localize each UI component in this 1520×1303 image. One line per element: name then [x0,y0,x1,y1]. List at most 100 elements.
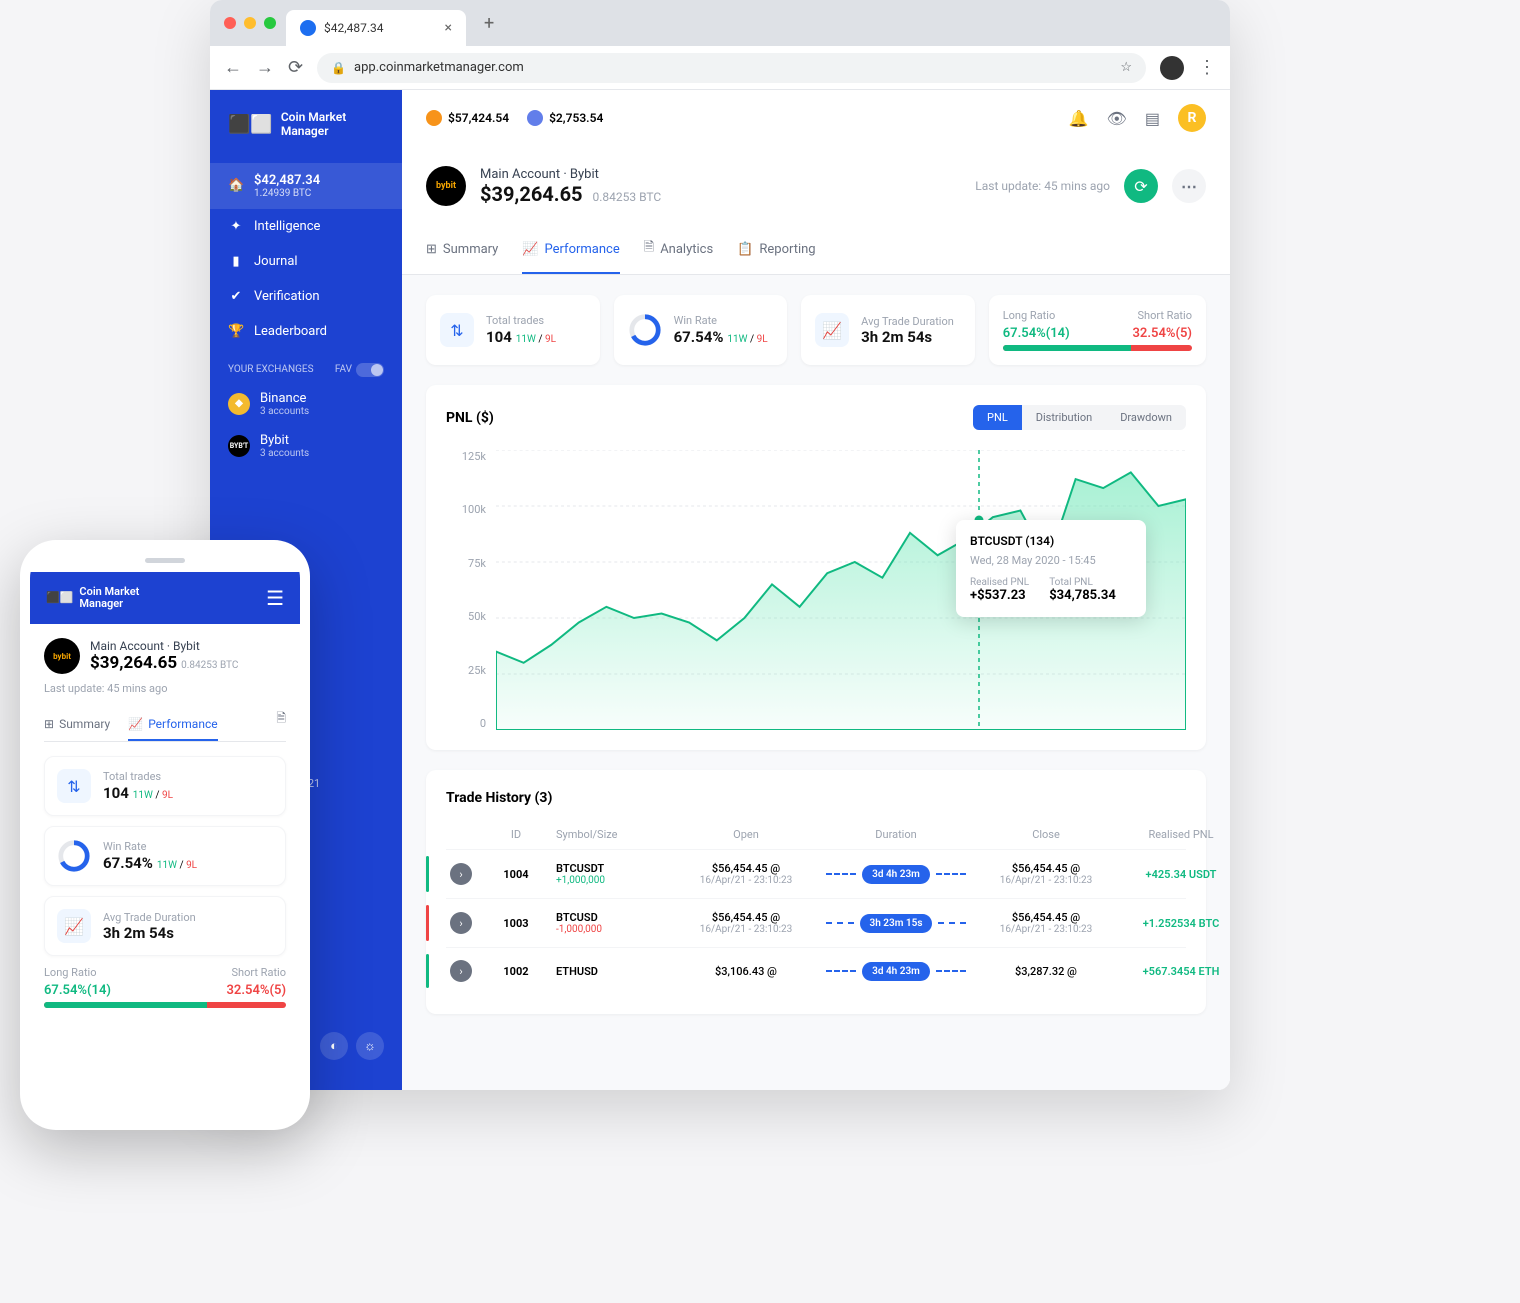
home-icon: 🏠 [228,178,244,193]
fav-toggle[interactable] [356,363,384,377]
profile-avatar-icon[interactable] [1160,56,1184,80]
minimize-window-icon[interactable] [244,17,256,29]
mobile-last-update: Last update: 45 mins ago [44,682,286,695]
row-id: 1004 [486,868,546,881]
exchanges-header: YOUR EXCHANGES FAV [210,349,402,383]
hamburger-icon[interactable]: ☰ [266,586,284,610]
mobile-tabs: ⊞Summary 📈Performance 🗎 [44,709,286,742]
back-icon[interactable]: ← [224,57,242,78]
chart-tab-distribution[interactable]: Distribution [1022,405,1106,430]
tab-analytics[interactable]: 🗎 Analytics [644,226,713,274]
chart-tabs: PNL Distribution Drawdown [973,405,1186,430]
stat-value: 3h 2m 54s [861,328,954,346]
exchanges-label: YOUR EXCHANGES [228,364,314,375]
nav-label: Journal [254,254,298,269]
tab-summary[interactable]: ⊞ Summary [426,226,498,274]
exchange-name: Binance [260,391,309,406]
mobile-logo[interactable]: ⬛⬜ Coin Market Manager [46,586,139,610]
close-tab-icon[interactable]: × [445,20,452,36]
mobile-tab-performance[interactable]: 📈Performance [128,709,217,741]
short-value: 32.54%(5) [1132,326,1192,341]
expand-row-icon[interactable]: › [450,912,472,934]
account-header: bybit Main Account · Bybit $39,264.65 0.… [402,146,1230,226]
mobile-stat-winrate: Win Rate 67.54% 11W / 9L [44,826,286,886]
stats-row: ⇅ Total trades 104 11W / 9L Win Rate 67.… [402,275,1230,385]
expand-row-icon[interactable]: › [450,863,472,885]
exchange-bybit[interactable]: BYB'T Bybit 3 accounts [210,425,402,467]
bybit-logo-icon: bybit [426,166,466,206]
open-cell: $56,454.45 @16/Apr/21 - 23:10:23 [676,862,816,886]
sidebar-item-verification[interactable]: ✔ Verification [210,279,402,314]
mobile-body: bybit Main Account · Bybit $39,264.65 0.… [30,624,300,1120]
mobile-header: ⬛⬜ Coin Market Manager ☰ [30,572,300,624]
tab-title: $42,487.34 [324,21,383,35]
chart-tab-pnl[interactable]: PNL [973,405,1022,430]
last-update: Last update: 45 mins ago [975,179,1110,193]
symbol-cell: BTCUSD-1,000,000 [556,911,666,935]
short-label: Short Ratio [1137,309,1192,322]
sidebar-item-leaderboard[interactable]: 🏆 Leaderboard [210,314,402,349]
browser-menu-icon[interactable]: ⋮ [1198,57,1216,78]
binance-icon: ◆ [228,393,250,415]
stat-ratio: Long Ratio Short Ratio 67.54%(14) 32.54%… [989,295,1206,365]
sidebar-item-journal[interactable]: ▮ Journal [210,244,402,279]
calculator-icon[interactable]: ▤ [1145,109,1160,128]
bybit-icon: BYB'T [228,435,250,457]
forward-icon[interactable]: → [256,57,274,78]
check-circle-icon: ✔ [228,289,244,304]
nav-label: Verification [254,289,320,304]
reload-icon[interactable]: ⟳ [288,57,303,78]
chart-tab-drawdown[interactable]: Drawdown [1106,405,1186,430]
new-tab-button[interactable]: + [484,13,494,34]
sidebar-item-intelligence[interactable]: ✦ Intelligence [210,209,402,244]
exchange-binance[interactable]: ◆ Binance 3 accounts [210,383,402,425]
app-logo[interactable]: ⬛⬜ Coin Market Manager [210,110,402,139]
exchange-sub: 3 accounts [260,448,309,459]
bookmark-icon[interactable]: ☆ [1120,60,1132,75]
chart-area[interactable]: BTCUSDT (134) Wed, 28 May 2020 - 15:45 R… [496,450,1186,730]
table-row[interactable]: › 1002 ETHUSD $3,106.43 @ 3d 4h 23m $3,2… [446,947,1186,994]
close-window-icon[interactable] [224,17,236,29]
ring-icon [628,313,662,347]
stat-avg-duration: 📈 Avg Trade Duration 3h 2m 54s [801,295,975,365]
expand-row-icon[interactable]: › [450,960,472,982]
visibility-off-icon[interactable]: 👁 [1107,109,1127,128]
mobile-ratio: Long RatioShort Ratio 67.54%(14)32.54%(5… [44,966,286,1008]
chrome-tabbar: $42,487.34 × + [210,0,1230,46]
document-icon[interactable]: 🗎 [276,709,286,741]
browser-tab[interactable]: $42,487.34 × [286,10,466,46]
duration-cell: 3d 4h 23m [826,865,966,884]
user-avatar[interactable]: R [1178,104,1206,132]
symbol-cell: BTCUSDT+1,000,000 [556,862,666,886]
url-input[interactable]: 🔒 app.coinmarketmanager.com ☆ [317,53,1146,83]
table-row[interactable]: › 1003 BTCUSD-1,000,000 $56,454.45 @16/A… [446,898,1186,947]
topbar: $57,424.54 $2,753.54 🔔 👁 ▤ R [402,90,1230,146]
tab-reporting[interactable]: 📋 Reporting [737,226,815,274]
account-balance: $39,264.65 [90,653,177,673]
stat-total-trades: ⇅ Total trades 104 11W / 9L [426,295,600,365]
mobile-tab-summary[interactable]: ⊞Summary [44,709,110,741]
logo-icon: ⬛⬜ [46,592,73,604]
mobile-preview: ⬛⬜ Coin Market Manager ☰ bybit Main Acco… [20,540,310,1130]
chart-body: 125k 100k 75k 50k 25k 0 [446,450,1186,730]
history-header: ID Symbol/Size Open Duration Close Reali… [446,820,1186,849]
sort-icon: ⇅ [440,313,474,347]
chart-line-icon: 📈 [128,717,143,731]
ring-icon [57,839,91,873]
more-button[interactable]: ⋯ [1172,169,1206,203]
bell-icon[interactable]: 🔔 [1069,109,1089,128]
tab-performance[interactable]: 📈 Performance [522,226,619,274]
mobile-account-header: bybit Main Account · Bybit $39,264.65 0.… [44,638,286,674]
settings-gear-icon[interactable]: ☼ [356,1032,384,1060]
btc-icon [426,110,442,126]
theme-toggle-icon[interactable]: ◐ [320,1032,348,1060]
open-cell: $3,106.43 @ [676,965,816,978]
stat-label: Win Rate [674,314,768,327]
sidebar-item-portfolio[interactable]: 🏠 $42,487.34 1.24939 BTC [210,163,402,209]
refresh-button[interactable]: ⟳ [1124,169,1158,203]
table-row[interactable]: › 1004 BTCUSDT+1,000,000 $56,454.45 @16/… [446,849,1186,898]
y-axis: 125k 100k 75k 50k 25k 0 [446,450,486,730]
maximize-window-icon[interactable] [264,17,276,29]
ratio-bar [1003,345,1192,351]
trade-history: Trade History (3) ID Symbol/Size Open Du… [426,770,1206,1014]
